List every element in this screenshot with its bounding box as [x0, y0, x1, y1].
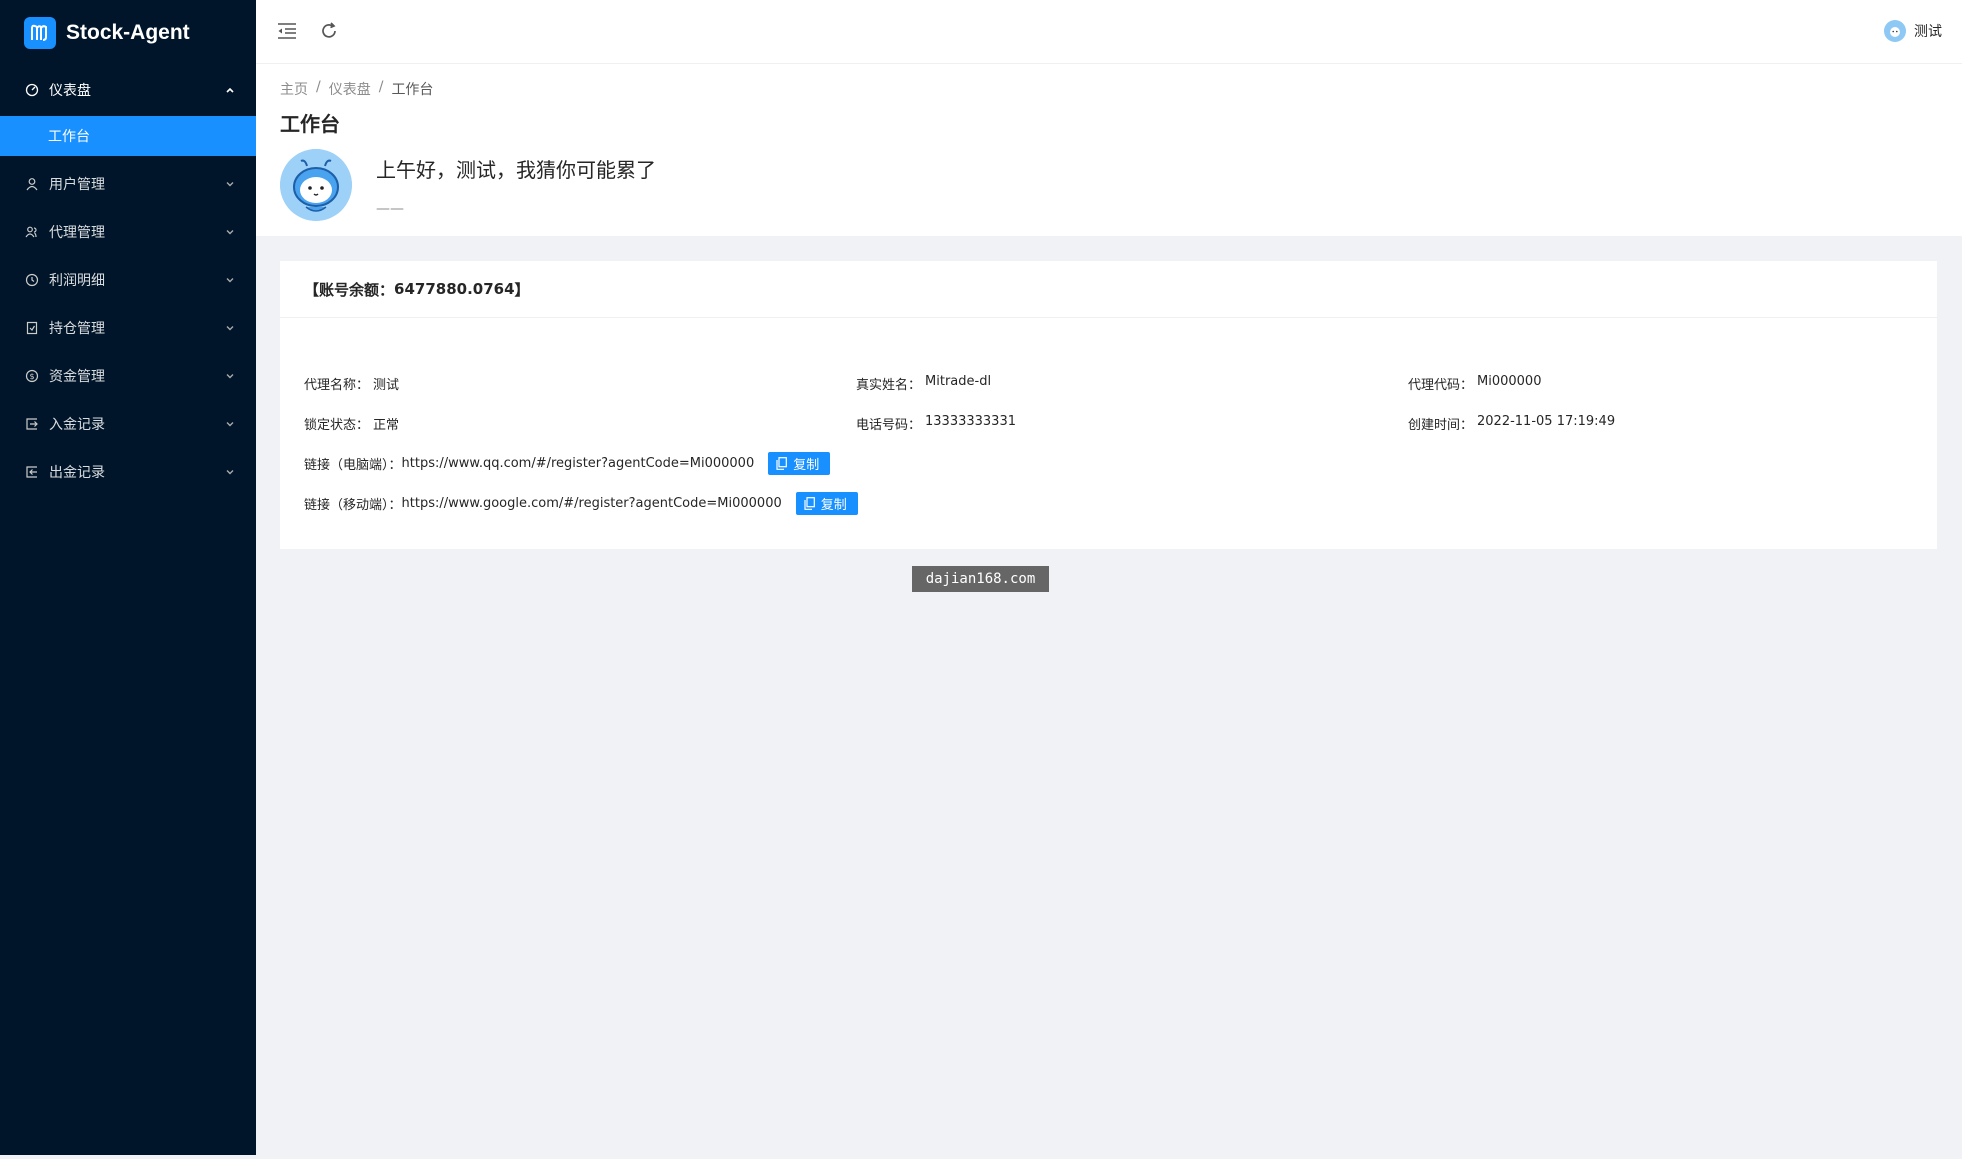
field-value: 测试 [373, 377, 400, 393]
sidebar-item-label: 持仓管理 [49, 321, 105, 337]
position-icon [24, 320, 40, 336]
user-name: 测试 [1914, 24, 1942, 40]
sidebar-item-label: 工作台 [48, 129, 90, 145]
copy-mobile-link-button[interactable]: 复制 [795, 491, 858, 515]
profit-icon [24, 272, 40, 288]
field-value: 13333333331 [925, 413, 1016, 429]
page-header: 主页 / 仪表盘 / 工作台 工作台 上午好，测试，我猜你可能累了 —— [256, 64, 1962, 236]
sidebar-item-label: 仪表盘 [49, 83, 91, 99]
agent-name-field: 代理名称： 测试 [304, 374, 856, 393]
app-title: Stock-Agent [66, 21, 190, 44]
user-menu[interactable]: 测试 [1884, 20, 1942, 42]
field-label: 链接（移动端）： [304, 497, 402, 513]
chevron-down-icon [226, 374, 234, 379]
chevron-down-icon [226, 470, 234, 475]
sidebar-item-profit[interactable]: 利润明细 [0, 256, 256, 304]
sidebar-item-label: 出金记录 [49, 465, 105, 481]
sidebar-item-deposits[interactable]: 入金记录 [0, 400, 256, 448]
sidebar-item-positions[interactable]: 持仓管理 [0, 304, 256, 352]
field-label: 代理代码： [1408, 377, 1474, 393]
avatar [1884, 20, 1906, 42]
mobile-link-row: 链接（移动端）： https://www.google.com/#/regist… [304, 483, 1913, 523]
copy-icon [804, 496, 815, 510]
breadcrumb-separator: / [378, 79, 384, 95]
sidebar-item-label: 利润明细 [49, 273, 105, 289]
reload-icon[interactable] [318, 20, 340, 42]
field-value: Mi000000 [1477, 373, 1542, 389]
breadcrumb-dashboard[interactable]: 仪表盘 [329, 79, 371, 99]
svg-text:$: $ [29, 372, 34, 381]
copy-icon [776, 456, 788, 470]
breadcrumb-home[interactable]: 主页 [280, 79, 308, 99]
watermark: dajian168.com [912, 566, 1049, 592]
sidebar-item-funds[interactable]: $ 资金管理 [0, 352, 256, 400]
agent-details: 代理名称： 测试 真实姓名： Mitrade-dl 代理代码： Mi000000… [304, 363, 1913, 523]
balance-suffix: 】 [514, 280, 530, 299]
greeting-text: 上午好，测试，我猜你可能累了 [376, 158, 656, 182]
user-icon [24, 176, 40, 192]
breadcrumb-separator: / [316, 79, 321, 95]
logo[interactable]: Stock-Agent [0, 0, 256, 66]
logo-icon [24, 17, 56, 49]
field-label: 电话号码： [856, 417, 922, 433]
sidebar-item-agents[interactable]: 代理管理 [0, 208, 256, 256]
menu-fold-icon[interactable] [276, 20, 298, 42]
sidebar-item-label: 入金记录 [49, 417, 105, 433]
breadcrumb: 主页 / 仪表盘 / 工作台 [280, 79, 433, 99]
copy-button-label: 复制 [793, 456, 820, 472]
sidebar-item-dashboard[interactable]: 仪表盘 [0, 66, 256, 114]
copy-button-label: 复制 [820, 496, 847, 512]
lock-status-field: 锁定状态： 正常 [304, 414, 856, 433]
copy-pc-link-button[interactable]: 复制 [768, 451, 831, 475]
sidebar-item-withdrawals[interactable]: 出金记录 [0, 448, 256, 496]
chevron-down-icon [226, 230, 234, 235]
avatar [280, 149, 352, 221]
greeting-subtext: —— [376, 201, 404, 217]
withdraw-icon [24, 464, 40, 480]
balance-value: 6477880.0764 [394, 280, 515, 298]
sidebar-item-users[interactable]: 用户管理 [0, 160, 256, 208]
account-card: 【账号余额： 6477880.0764 】 代理名称： 测试 真实姓名： Mit… [280, 261, 1937, 549]
sidebar-item-label: 资金管理 [49, 369, 105, 385]
chevron-down-icon [226, 326, 234, 331]
chevron-up-icon [226, 87, 234, 93]
field-label: 代理名称： [304, 377, 370, 393]
phone-field: 电话号码： 13333333331 [856, 414, 1408, 433]
pc-link-row: 链接（电脑端）： https://www.qq.com/#/register?a… [304, 443, 1913, 483]
dashboard-icon [24, 82, 40, 98]
field-label: 锁定状态： [304, 417, 370, 433]
money-icon: $ [24, 368, 40, 384]
details-row: 代理名称： 测试 真实姓名： Mitrade-dl 代理代码： Mi000000 [304, 363, 1913, 403]
chevron-down-icon [226, 422, 234, 427]
chevron-down-icon [226, 182, 234, 187]
sidebar: Stock-Agent 仪表盘 工作台 用户管理 代理管理 利润明细 持仓管理 … [0, 0, 256, 1155]
deposit-icon [24, 416, 40, 432]
field-value: 正常 [373, 417, 400, 433]
balance-header: 【账号余额： 6477880.0764 】 [280, 261, 1937, 318]
sidebar-item-workbench[interactable]: 工作台 [0, 116, 256, 156]
field-label: 创建时间： [1408, 417, 1474, 433]
mobile-register-link[interactable]: https://www.google.com/#/register?agentC… [402, 496, 782, 511]
field-value: 2022-11-05 17:19:49 [1477, 413, 1616, 429]
field-value: Mitrade-dl [925, 373, 992, 389]
field-label: 真实姓名： [856, 377, 922, 393]
team-icon [24, 224, 40, 240]
breadcrumb-current: 工作台 [391, 82, 434, 98]
field-label: 链接（电脑端）： [304, 457, 402, 473]
sidebar-item-label: 用户管理 [49, 177, 105, 193]
real-name-field: 真实姓名： Mitrade-dl [856, 374, 1408, 393]
agent-code-field: 代理代码： Mi000000 [1408, 374, 1541, 393]
balance-label: 【账号余额： [304, 280, 395, 299]
created-time-field: 创建时间： 2022-11-05 17:19:49 [1408, 414, 1615, 433]
top-header: 测试 [256, 0, 1962, 64]
details-row: 锁定状态： 正常 电话号码： 13333333331 创建时间： 2022-11… [304, 403, 1913, 443]
sidebar-item-label: 代理管理 [49, 225, 105, 241]
chevron-down-icon [226, 278, 234, 283]
page-title: 工作台 [280, 112, 340, 136]
pc-register-link[interactable]: https://www.qq.com/#/register?agentCode=… [402, 456, 755, 471]
